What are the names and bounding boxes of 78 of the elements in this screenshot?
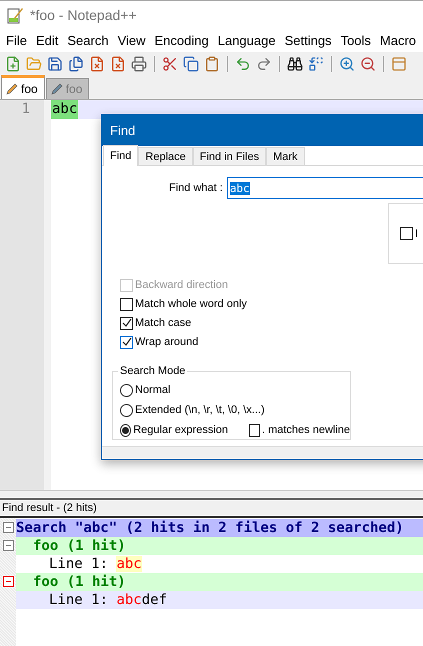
result-line[interactable]: Line 1: abc (49, 556, 142, 572)
window-title: *foo - Notepad++ (30, 6, 137, 22)
group-title: Search Mode (118, 365, 188, 377)
menu-item[interactable]: View (118, 32, 146, 48)
folder-icon (26, 56, 42, 72)
menu-item[interactable]: Settings (284, 32, 332, 48)
pencil-icon (5, 82, 19, 96)
copy-icon (183, 56, 199, 72)
new-file-button[interactable] (4, 54, 22, 72)
zoom-in-icon (339, 56, 355, 72)
pencil-icon (50, 82, 64, 96)
save-all-button[interactable] (67, 54, 85, 72)
checkbox[interactable] (400, 227, 413, 240)
dialog-title: Find (110, 123, 136, 138)
dialog-tab[interactable]: Find (103, 145, 138, 166)
splitter-bar[interactable] (0, 490, 423, 500)
code-text: abc (51, 100, 78, 119)
checkbox-label: . matches newline (262, 424, 350, 436)
radio-button[interactable] (120, 404, 133, 416)
close-file-button[interactable] (88, 54, 106, 72)
copy-button[interactable] (182, 54, 200, 72)
checkbox-label: I (415, 228, 418, 240)
menu-item[interactable]: Macro (380, 32, 416, 48)
close-all-icon (110, 56, 126, 72)
collapse-icon[interactable] (2, 576, 14, 586)
window-button[interactable] (390, 54, 408, 72)
new-file-icon (5, 56, 21, 72)
radio-label: Regular expression (133, 424, 228, 436)
menu-item[interactable]: Encoding (154, 32, 209, 48)
zoom-in-button[interactable] (338, 54, 356, 72)
print-icon (131, 56, 147, 72)
paste-button[interactable] (203, 54, 221, 72)
cut-icon (162, 56, 178, 72)
save-button[interactable] (46, 54, 64, 72)
line-number: 1 (20, 100, 31, 119)
menu-item[interactable]: Edit (36, 32, 58, 48)
radio-button[interactable] (120, 424, 132, 436)
close-file-icon (89, 56, 105, 72)
checkbox[interactable] (120, 298, 133, 310)
redo-icon (256, 56, 272, 72)
checkbox-label: Backward direction (135, 279, 228, 291)
cut-button[interactable] (161, 54, 179, 72)
find-what-label: Find what : (169, 182, 223, 194)
paste-icon (204, 56, 220, 72)
menu-item[interactable]: Search (67, 32, 109, 48)
find-icon (287, 56, 303, 72)
collapse-icon[interactable] (2, 522, 14, 532)
undo-icon (235, 56, 251, 72)
radio-button[interactable] (120, 384, 133, 396)
panel-title: Find result - (2 hits) (2, 502, 97, 514)
collapse-icon[interactable] (2, 540, 14, 550)
checkbox[interactable] (248, 424, 260, 436)
save-icon (47, 56, 63, 72)
dialog-tab[interactable]: Find in Files (192, 147, 266, 165)
close-all-button[interactable] (109, 54, 127, 72)
window-icon (391, 56, 407, 72)
radio-label: Normal (135, 384, 170, 396)
checkbox-label: Match case (135, 317, 192, 329)
checkbox[interactable] (120, 336, 133, 348)
checkbox[interactable] (120, 316, 133, 330)
menu-item[interactable]: Tools (340, 32, 371, 48)
menu-item[interactable]: Language (218, 32, 276, 48)
print-button[interactable] (130, 54, 148, 72)
dialog-tab[interactable]: Mark (266, 147, 305, 165)
notepad-icon (6, 6, 24, 24)
menu-item[interactable]: File (6, 32, 27, 48)
find-what-field[interactable]: abc (226, 177, 423, 199)
file-tab[interactable]: foo (1, 75, 45, 99)
replace-icon (308, 56, 324, 72)
radio-label: Extended (\n, \r, \t, \0, \x...) (135, 404, 265, 416)
replace-button[interactable] (307, 54, 325, 72)
zoom-out-button[interactable] (359, 54, 377, 72)
zoom-out-icon (360, 56, 376, 72)
dialog-tab[interactable]: Replace (138, 147, 193, 165)
find-button[interactable] (286, 54, 304, 72)
checkbox-label: Match whole word only (135, 298, 247, 310)
checkbox-label: Wrap around (135, 336, 198, 348)
save-all-icon (68, 56, 84, 72)
